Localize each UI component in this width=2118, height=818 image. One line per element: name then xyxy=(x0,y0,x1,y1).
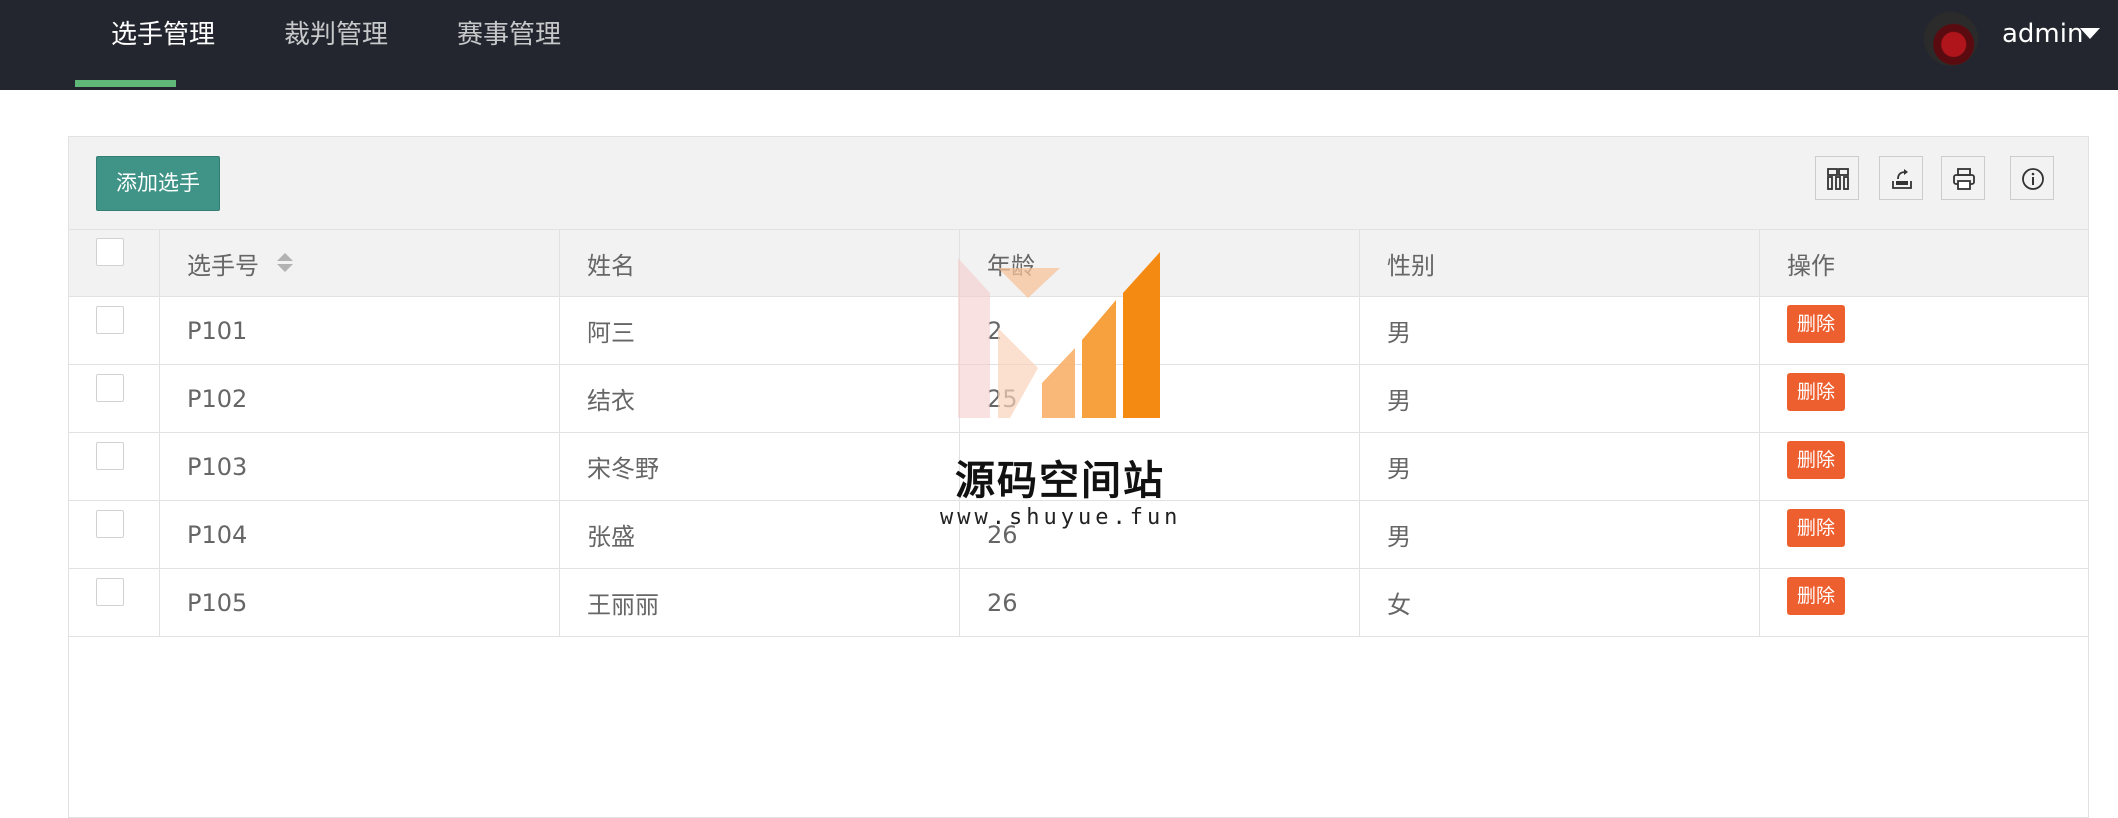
print-icon[interactable] xyxy=(1941,156,1985,200)
row-checkbox[interactable] xyxy=(96,442,124,470)
column-header-player-id[interactable]: 选手号 xyxy=(159,230,559,296)
row-checkbox[interactable] xyxy=(96,374,124,402)
cell-gender: 男 xyxy=(1359,501,1759,568)
tab-match-management[interactable]: 赛事管理 xyxy=(451,0,567,90)
cell-gender: 男 xyxy=(1359,433,1759,500)
row-checkbox[interactable] xyxy=(96,306,124,334)
top-nav-bar: 选手管理 裁判管理 赛事管理 admin xyxy=(0,0,2118,90)
column-header-name: 姓名 xyxy=(559,230,959,296)
cell-player-id: P102 xyxy=(159,365,559,432)
watermark-title: 源码空间站 xyxy=(955,458,1165,504)
sort-icon[interactable] xyxy=(277,252,293,274)
cell-name: 结衣 xyxy=(559,365,959,432)
watermark-url: www.shuyue.fun xyxy=(940,505,1182,530)
avatar[interactable] xyxy=(1924,12,1978,66)
cell-actions: 删除 xyxy=(1759,501,2088,568)
cell-gender: 男 xyxy=(1359,297,1759,364)
delete-button[interactable]: 删除 xyxy=(1787,305,1846,343)
column-header-actions: 操作 xyxy=(1759,230,2088,296)
cell-name: 宋冬野 xyxy=(559,433,959,500)
cell-name: 王丽丽 xyxy=(559,569,959,636)
info-icon[interactable] xyxy=(2010,156,2054,200)
cell-actions: 删除 xyxy=(1759,297,2088,364)
cell-player-id: P104 xyxy=(159,501,559,568)
tab-player-management[interactable]: 选手管理 xyxy=(105,0,221,90)
cell-player-id: P103 xyxy=(159,433,559,500)
table-row: P105 王丽丽 26 女 删除 xyxy=(69,569,2088,637)
select-all-checkbox[interactable] xyxy=(96,238,124,266)
delete-button[interactable]: 删除 xyxy=(1787,373,1846,411)
cell-name: 张盛 xyxy=(559,501,959,568)
columns-icon[interactable] xyxy=(1815,156,1859,200)
cell-actions: 删除 xyxy=(1759,433,2088,500)
cell-player-id: P105 xyxy=(159,569,559,636)
cell-gender: 女 xyxy=(1359,569,1759,636)
add-player-button[interactable]: 添加选手 xyxy=(96,156,220,211)
user-name[interactable]: admin xyxy=(2002,16,2083,52)
delete-button[interactable]: 删除 xyxy=(1787,509,1846,547)
cell-player-id: P101 xyxy=(159,297,559,364)
row-checkbox[interactable] xyxy=(96,578,124,606)
delete-button[interactable]: 删除 xyxy=(1787,441,1846,479)
tab-referee-management[interactable]: 裁判管理 xyxy=(278,0,394,90)
delete-button[interactable]: 删除 xyxy=(1787,577,1846,615)
table-toolbar: 添加选手 xyxy=(69,137,2088,230)
column-header-label: 选手号 xyxy=(187,251,259,280)
chevron-down-icon[interactable] xyxy=(2080,28,2100,39)
cell-gender: 男 xyxy=(1359,365,1759,432)
row-checkbox[interactable] xyxy=(96,510,124,538)
export-icon[interactable] xyxy=(1879,156,1923,200)
cell-actions: 删除 xyxy=(1759,569,2088,636)
cell-name: 阿三 xyxy=(559,297,959,364)
cell-age: 26 xyxy=(959,569,1359,636)
active-tab-indicator xyxy=(75,80,176,87)
column-header-gender: 性别 xyxy=(1359,230,1759,296)
cell-actions: 删除 xyxy=(1759,365,2088,432)
